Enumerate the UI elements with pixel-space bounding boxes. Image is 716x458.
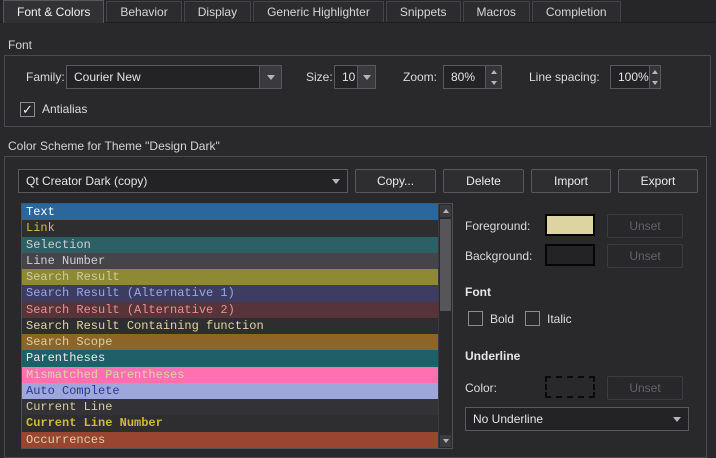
copy-button[interactable]: Copy... xyxy=(355,169,436,193)
scheme-item[interactable]: Mismatched Parentheses xyxy=(22,367,438,383)
bold-label: Bold xyxy=(490,310,514,328)
scheme-list: TextLinkSelectionLine NumberSearch Resul… xyxy=(21,203,453,449)
scheme-item[interactable]: Search Result (Alternative 1) xyxy=(22,285,438,301)
family-label: Family: xyxy=(26,65,65,89)
spinner-up-icon[interactable] xyxy=(486,66,501,77)
color-scheme-group-title: Color Scheme for Theme "Design Dark" xyxy=(8,139,220,153)
tab-behavior[interactable]: Behavior xyxy=(106,1,181,22)
tab-macros[interactable]: Macros xyxy=(463,1,530,22)
scheme-item[interactable]: Link xyxy=(22,220,438,236)
bold-checkbox[interactable] xyxy=(468,311,483,326)
font-family-value: Courier New xyxy=(67,70,259,84)
underline-color-swatch[interactable] xyxy=(545,376,595,398)
scheme-item[interactable]: Parentheses xyxy=(22,350,438,366)
scheme-list-rows: TextLinkSelectionLine NumberSearch Resul… xyxy=(22,204,438,448)
zoom-value: 80% xyxy=(444,70,485,84)
settings-tabbar: Font & Colors Behavior Display Generic H… xyxy=(0,0,716,23)
spinner-up-icon[interactable] xyxy=(650,66,660,77)
scroll-down-icon[interactable] xyxy=(440,435,451,447)
delete-button[interactable]: Delete xyxy=(443,169,524,193)
background-color-swatch[interactable] xyxy=(545,244,595,266)
scheme-item[interactable]: Current Line Number xyxy=(22,415,438,431)
italic-checkbox[interactable] xyxy=(525,311,540,326)
chevron-down-icon xyxy=(666,417,688,422)
scheme-item[interactable]: Selection xyxy=(22,237,438,253)
color-scheme-combo[interactable]: Qt Creator Dark (copy) xyxy=(18,169,348,193)
italic-label: Italic xyxy=(547,310,572,328)
line-spacing-spinbox[interactable]: 100% xyxy=(610,65,661,89)
font-size-combo[interactable]: 10 xyxy=(334,65,376,89)
spinner-down-icon[interactable] xyxy=(650,77,660,88)
chevron-down-icon xyxy=(325,179,347,184)
tab-snippets[interactable]: Snippets xyxy=(386,1,461,22)
chevron-down-icon[interactable] xyxy=(259,66,281,88)
scheme-item[interactable]: Text xyxy=(22,204,438,220)
line-spacing-value: 100% xyxy=(611,70,649,84)
background-label: Background: xyxy=(465,244,532,268)
foreground-unset-button[interactable]: Unset xyxy=(607,214,683,238)
underline-style-combo[interactable]: No Underline xyxy=(465,407,689,431)
scheme-item[interactable]: Search Result xyxy=(22,269,438,285)
line-spacing-label: Line spacing: xyxy=(529,65,600,89)
color-scheme-value: Qt Creator Dark (copy) xyxy=(19,174,325,188)
export-button[interactable]: Export xyxy=(618,169,698,193)
scheme-item[interactable]: Current Line xyxy=(22,399,438,415)
scheme-item[interactable]: Search Result (Alternative 2) xyxy=(22,302,438,318)
scheme-item[interactable]: Line Number xyxy=(22,253,438,269)
spinner-down-icon[interactable] xyxy=(486,77,501,88)
font-family-combo[interactable]: Courier New xyxy=(66,65,282,89)
font-size-value: 10 xyxy=(335,70,357,84)
zoom-spinbox[interactable]: 80% xyxy=(443,65,502,89)
scheme-item[interactable]: Auto Complete xyxy=(22,383,438,399)
zoom-label: Zoom: xyxy=(403,65,437,89)
underline-color-label: Color: xyxy=(465,376,497,400)
scheme-item[interactable]: Search Result Containing function xyxy=(22,318,438,334)
foreground-label: Foreground: xyxy=(465,214,530,238)
tab-display[interactable]: Display xyxy=(184,1,251,22)
foreground-color-swatch[interactable] xyxy=(545,214,595,236)
tab-completion[interactable]: Completion xyxy=(532,1,621,22)
import-button[interactable]: Import xyxy=(531,169,611,193)
font-group-title: Font xyxy=(8,38,32,52)
tab-generic-highlighter[interactable]: Generic Highlighter xyxy=(253,1,384,22)
font-detail-title: Font xyxy=(465,285,491,299)
scroll-up-icon[interactable] xyxy=(440,205,451,217)
scheme-list-scrollbar[interactable] xyxy=(438,204,452,448)
size-label: Size: xyxy=(306,65,333,89)
antialias-checkbox[interactable]: ✓ xyxy=(20,102,35,117)
tab-font-colors[interactable]: Font & Colors xyxy=(3,0,104,23)
antialias-label: Antialias xyxy=(42,100,87,118)
background-unset-button[interactable]: Unset xyxy=(607,244,683,268)
scheme-item[interactable]: Occurrences xyxy=(22,432,438,448)
scrollbar-thumb[interactable] xyxy=(440,219,451,311)
underline-unset-button[interactable]: Unset xyxy=(607,376,683,400)
chevron-down-icon[interactable] xyxy=(357,66,375,88)
underline-title: Underline xyxy=(465,349,520,363)
underline-style-value: No Underline xyxy=(466,412,666,426)
scheme-item[interactable]: Search Scope xyxy=(22,334,438,350)
